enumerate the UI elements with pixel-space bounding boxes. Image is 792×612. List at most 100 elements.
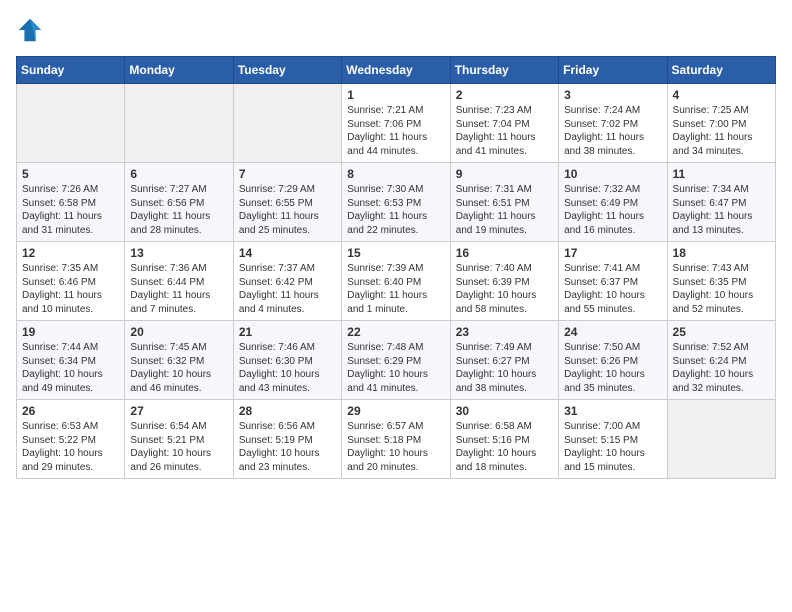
day-number: 5 [22, 167, 119, 181]
cell-info: Sunrise: 6:58 AM Sunset: 5:16 PM Dayligh… [456, 420, 553, 474]
calendar-table: SundayMondayTuesdayWednesdayThursdayFrid… [16, 56, 776, 479]
day-number: 1 [347, 88, 444, 102]
calendar-cell: 31 Sunrise: 7:00 AM Sunset: 5:15 PM Dayli… [559, 400, 667, 479]
calendar-cell: 1 Sunrise: 7:21 AM Sunset: 7:06 PM Daylig… [342, 84, 450, 163]
calendar-cell: 29Sunrise: 6:57 AM Sunset: 5:18 PM Dayli… [342, 400, 450, 479]
day-number: 19 [22, 325, 119, 339]
calendar-cell: 23 Sunrise: 7:49 AM Sunset: 6:27 PM Dayli… [450, 321, 558, 400]
cell-info: Sunrise: 7:41 AM Sunset: 6:37 PM Dayligh… [564, 262, 661, 316]
cell-info: Sunrise: 7:25 AM Sunset: 7:00 PM Dayligh… [673, 104, 770, 158]
calendar-cell: 21Sunrise: 7:46 AM Sunset: 6:30 PM Dayli… [233, 321, 341, 400]
day-number: 4 [673, 88, 770, 102]
cell-info: Sunrise: 7:45 AM Sunset: 6:32 PM Dayligh… [130, 341, 227, 395]
day-number: 21 [239, 325, 336, 339]
day-number: 2 [456, 88, 553, 102]
day-number: 23 [456, 325, 553, 339]
day-number: 25 [673, 325, 770, 339]
cell-info: Sunrise: 7:30 AM Sunset: 6:53 PM Dayligh… [347, 183, 444, 237]
calendar-cell: 24Sunrise: 7:50 AM Sunset: 6:26 PM Dayli… [559, 321, 667, 400]
calendar-week-4: 19 Sunrise: 7:44 AM Sunset: 6:34 PM Dayli… [17, 321, 776, 400]
day-number: 10 [564, 167, 661, 181]
day-number: 15 [347, 246, 444, 260]
cell-info: Sunrise: 7:50 AM Sunset: 6:26 PM Dayligh… [564, 341, 661, 395]
calendar-cell: 19 Sunrise: 7:44 AM Sunset: 6:34 PM Dayli… [17, 321, 125, 400]
day-number: 31 [564, 404, 661, 418]
cell-info: Sunrise: 7:36 AM Sunset: 6:44 PM Dayligh… [130, 262, 227, 316]
calendar-week-3: 12 Sunrise: 7:35 AM Sunset: 6:46 PM Dayli… [17, 242, 776, 321]
day-number: 12 [22, 246, 119, 260]
weekday-header-sunday: Sunday [17, 57, 125, 84]
calendar-cell: 25 Sunrise: 7:52 AM Sunset: 6:24 PM Dayli… [667, 321, 775, 400]
cell-info: Sunrise: 7:52 AM Sunset: 6:24 PM Dayligh… [673, 341, 770, 395]
cell-info: Sunrise: 7:24 AM Sunset: 7:02 PM Dayligh… [564, 104, 661, 158]
day-number: 8 [347, 167, 444, 181]
calendar-cell: 9 Sunrise: 7:31 AM Sunset: 6:51 PM Daylig… [450, 163, 558, 242]
calendar-cell: 26 Sunrise: 6:53 AM Sunset: 5:22 PM Dayli… [17, 400, 125, 479]
calendar-cell: 13 Sunrise: 7:36 AM Sunset: 6:44 PM Dayli… [125, 242, 233, 321]
calendar-cell: 8 Sunrise: 7:30 AM Sunset: 6:53 PM Daylig… [342, 163, 450, 242]
calendar-cell: 18Sunrise: 7:43 AM Sunset: 6:35 PM Dayli… [667, 242, 775, 321]
weekday-header-row: SundayMondayTuesdayWednesdayThursdayFrid… [17, 57, 776, 84]
cell-info: Sunrise: 7:44 AM Sunset: 6:34 PM Dayligh… [22, 341, 119, 395]
calendar-cell: 3Sunrise: 7:24 AM Sunset: 7:02 PM Daylig… [559, 84, 667, 163]
day-number: 13 [130, 246, 227, 260]
logo [16, 16, 48, 44]
cell-info: Sunrise: 7:32 AM Sunset: 6:49 PM Dayligh… [564, 183, 661, 237]
calendar-cell: 12 Sunrise: 7:35 AM Sunset: 6:46 PM Dayli… [17, 242, 125, 321]
day-number: 30 [456, 404, 553, 418]
calendar-cell: 10 Sunrise: 7:32 AM Sunset: 6:49 PM Dayli… [559, 163, 667, 242]
logo-icon [16, 16, 44, 44]
weekday-header-tuesday: Tuesday [233, 57, 341, 84]
day-number: 17 [564, 246, 661, 260]
weekday-header-thursday: Thursday [450, 57, 558, 84]
calendar-week-1: 1 Sunrise: 7:21 AM Sunset: 7:06 PM Daylig… [17, 84, 776, 163]
day-number: 9 [456, 167, 553, 181]
day-number: 11 [673, 167, 770, 181]
day-number: 20 [130, 325, 227, 339]
cell-info: Sunrise: 7:49 AM Sunset: 6:27 PM Dayligh… [456, 341, 553, 395]
day-number: 27 [130, 404, 227, 418]
calendar-cell: 11 Sunrise: 7:34 AM Sunset: 6:47 PM Dayli… [667, 163, 775, 242]
calendar-cell: 2 Sunrise: 7:23 AM Sunset: 7:04 PM Daylig… [450, 84, 558, 163]
calendar-cell: 16 Sunrise: 7:40 AM Sunset: 6:39 PM Dayli… [450, 242, 558, 321]
cell-info: Sunrise: 7:26 AM Sunset: 6:58 PM Dayligh… [22, 183, 119, 237]
day-number: 18 [673, 246, 770, 260]
cell-info: Sunrise: 6:57 AM Sunset: 5:18 PM Dayligh… [347, 420, 444, 474]
cell-info: Sunrise: 6:54 AM Sunset: 5:21 PM Dayligh… [130, 420, 227, 474]
weekday-header-wednesday: Wednesday [342, 57, 450, 84]
day-number: 16 [456, 246, 553, 260]
day-number: 22 [347, 325, 444, 339]
cell-info: Sunrise: 7:23 AM Sunset: 7:04 PM Dayligh… [456, 104, 553, 158]
cell-info: Sunrise: 7:31 AM Sunset: 6:51 PM Dayligh… [456, 183, 553, 237]
weekday-header-friday: Friday [559, 57, 667, 84]
calendar-cell [125, 84, 233, 163]
calendar-cell: 7 Sunrise: 7:29 AM Sunset: 6:55 PM Daylig… [233, 163, 341, 242]
cell-info: Sunrise: 7:35 AM Sunset: 6:46 PM Dayligh… [22, 262, 119, 316]
calendar-cell: 4 Sunrise: 7:25 AM Sunset: 7:00 PM Daylig… [667, 84, 775, 163]
day-number: 7 [239, 167, 336, 181]
calendar-cell: 6Sunrise: 7:27 AM Sunset: 6:56 PM Daylig… [125, 163, 233, 242]
calendar-cell: 30 Sunrise: 6:58 AM Sunset: 5:16 PM Dayli… [450, 400, 558, 479]
calendar-cell: 14Sunrise: 7:37 AM Sunset: 6:42 PM Dayli… [233, 242, 341, 321]
cell-info: Sunrise: 7:27 AM Sunset: 6:56 PM Dayligh… [130, 183, 227, 237]
calendar-cell [667, 400, 775, 479]
calendar-cell: 15 Sunrise: 7:39 AM Sunset: 6:40 PM Dayli… [342, 242, 450, 321]
cell-info: Sunrise: 6:53 AM Sunset: 5:22 PM Dayligh… [22, 420, 119, 474]
cell-info: Sunrise: 7:34 AM Sunset: 6:47 PM Dayligh… [673, 183, 770, 237]
calendar-cell: 17 Sunrise: 7:41 AM Sunset: 6:37 PM Dayli… [559, 242, 667, 321]
day-number: 26 [22, 404, 119, 418]
day-number: 14 [239, 246, 336, 260]
cell-info: Sunrise: 7:21 AM Sunset: 7:06 PM Dayligh… [347, 104, 444, 158]
cell-info: Sunrise: 7:39 AM Sunset: 6:40 PM Dayligh… [347, 262, 444, 316]
cell-info: Sunrise: 7:48 AM Sunset: 6:29 PM Dayligh… [347, 341, 444, 395]
weekday-header-monday: Monday [125, 57, 233, 84]
cell-info: Sunrise: 7:40 AM Sunset: 6:39 PM Dayligh… [456, 262, 553, 316]
calendar-week-5: 26 Sunrise: 6:53 AM Sunset: 5:22 PM Dayli… [17, 400, 776, 479]
cell-info: Sunrise: 7:00 AM Sunset: 5:15 PM Dayligh… [564, 420, 661, 474]
cell-info: Sunrise: 6:56 AM Sunset: 5:19 PM Dayligh… [239, 420, 336, 474]
weekday-header-saturday: Saturday [667, 57, 775, 84]
calendar-cell: 28 Sunrise: 6:56 AM Sunset: 5:19 PM Dayli… [233, 400, 341, 479]
calendar-cell: 5 Sunrise: 7:26 AM Sunset: 6:58 PM Daylig… [17, 163, 125, 242]
day-number: 28 [239, 404, 336, 418]
cell-info: Sunrise: 7:29 AM Sunset: 6:55 PM Dayligh… [239, 183, 336, 237]
